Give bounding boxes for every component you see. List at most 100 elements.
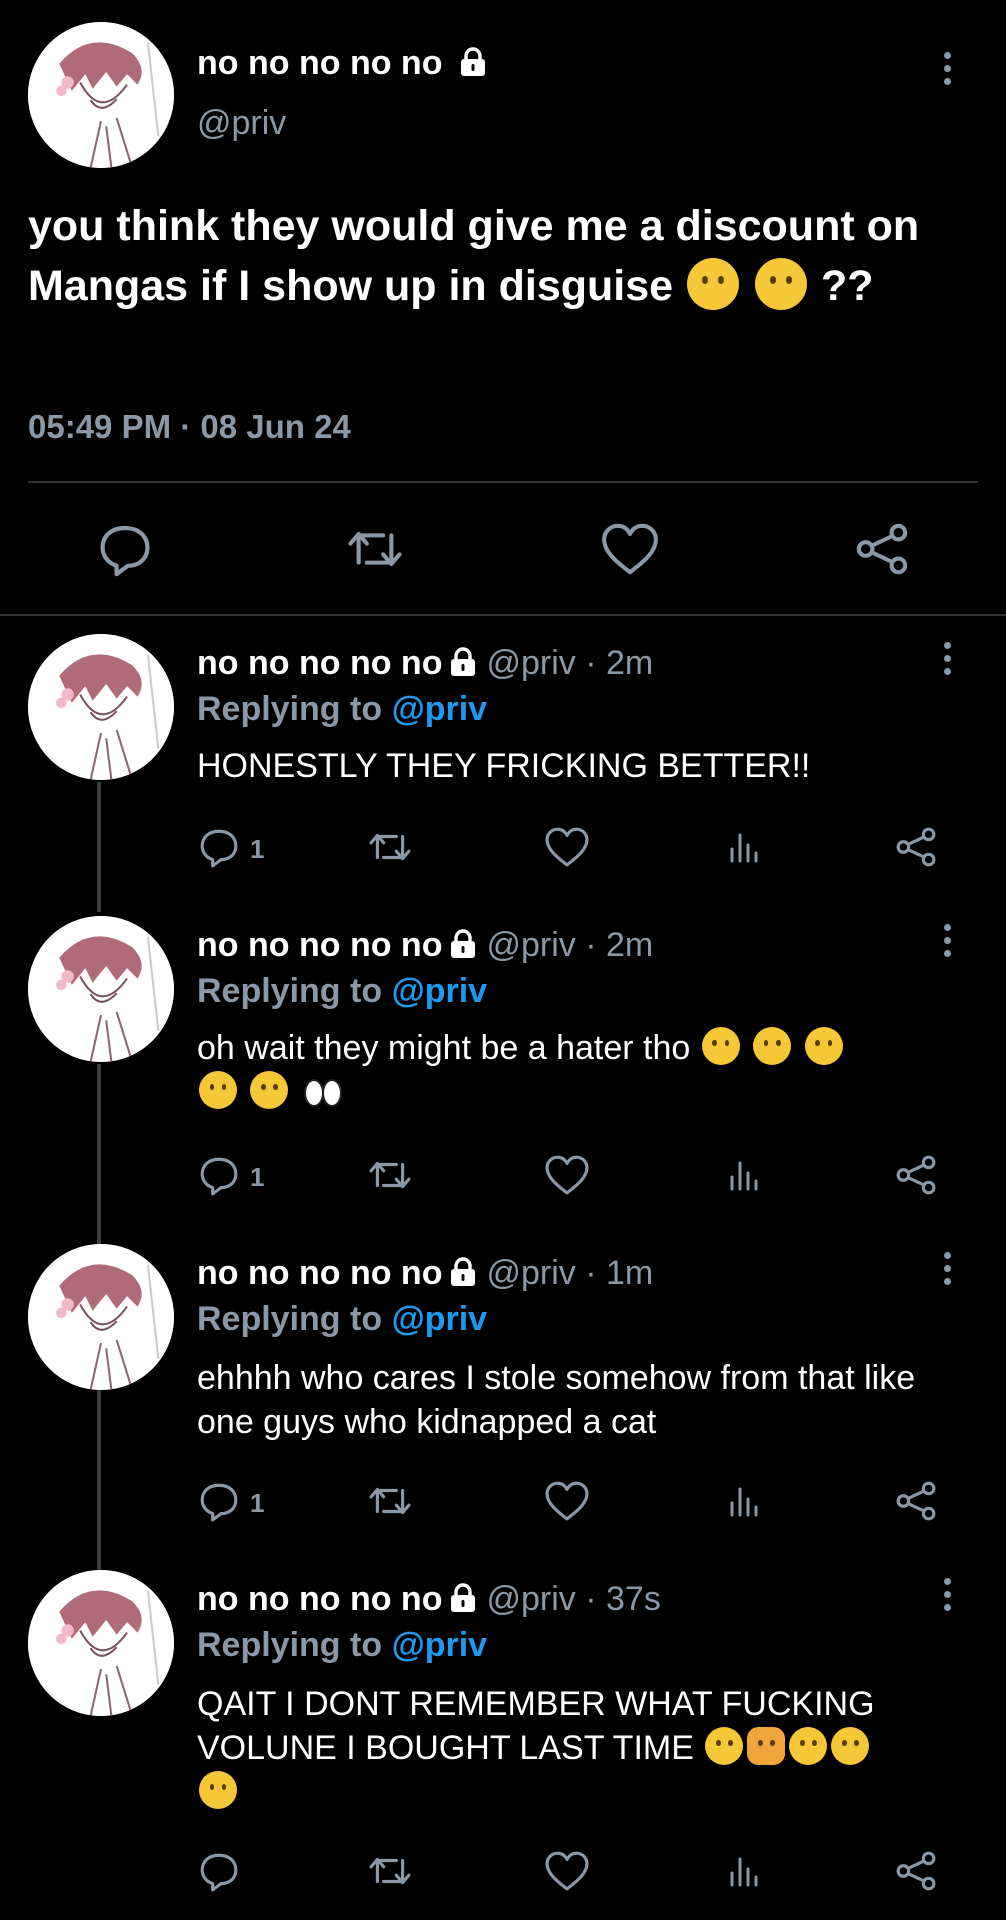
handle-time: @priv · 37s xyxy=(486,1580,661,1618)
views-icon[interactable] xyxy=(724,826,764,868)
replying-prefix: Replying to xyxy=(197,1626,383,1664)
reply-header: no no no no no @priv · 1m xyxy=(197,1254,653,1293)
author-name[interactable]: no no no no no xyxy=(197,926,442,964)
more-icon[interactable] xyxy=(942,1252,952,1291)
reply-icon[interactable] xyxy=(97,521,153,577)
thread-line xyxy=(97,1064,101,1244)
neutral-emoji-icon xyxy=(804,1027,843,1065)
eyes-emoji-icon xyxy=(302,1071,344,1109)
handle-time: @priv · 2m xyxy=(486,926,654,964)
avatar-image xyxy=(28,1570,174,1716)
more-icon[interactable] xyxy=(942,52,952,91)
thread-line xyxy=(97,1390,101,1570)
author-name[interactable]: no no no no no xyxy=(197,644,442,682)
unamused-emoji-icon xyxy=(199,1071,237,1109)
avatar-image xyxy=(28,1244,174,1390)
reply-count: 1 xyxy=(250,1488,265,1518)
reply-icon[interactable] xyxy=(197,826,241,868)
reply-icon[interactable] xyxy=(197,1154,241,1196)
replying-prefix: Replying to xyxy=(197,690,383,728)
main-author-name[interactable]: no no no no no xyxy=(197,44,488,83)
avatar-image xyxy=(28,916,174,1062)
like-icon[interactable] xyxy=(543,1480,591,1522)
retweet-icon[interactable] xyxy=(366,1154,414,1196)
main-tweet-text: you think they would give me a discount … xyxy=(28,196,978,316)
reply-avatar[interactable] xyxy=(28,916,174,1062)
mention-link[interactable]: @priv xyxy=(392,690,488,728)
replying-to: Replying to @priv xyxy=(197,1626,487,1665)
avatar-image xyxy=(28,634,174,780)
reply-icon[interactable] xyxy=(197,1480,241,1522)
reply-avatar[interactable] xyxy=(28,1244,174,1390)
reply-text: QAIT I DONT REMEMBER WHAT FUCKING VOLUNE… xyxy=(197,1682,977,1814)
avatar-image xyxy=(28,22,174,168)
mention-link[interactable]: @priv xyxy=(392,1300,488,1338)
reply-text: ehhhh who cares I stole somehow from tha… xyxy=(197,1359,916,1441)
replying-to: Replying to @priv xyxy=(197,972,487,1011)
reply-count: 1 xyxy=(250,1162,265,1192)
main-author-handle[interactable]: @priv xyxy=(197,104,286,143)
reply-header: no no no no no @priv · 2m xyxy=(197,926,653,965)
reply-avatar[interactable] xyxy=(28,1570,174,1716)
replying-to: Replying to @priv xyxy=(197,690,487,729)
like-icon[interactable] xyxy=(543,1850,591,1892)
reply-text-body: oh wait they might be a hater tho xyxy=(197,1029,691,1067)
reply-avatar[interactable] xyxy=(28,634,174,780)
tweet-timestamp[interactable]: 05:49 PM · 08 Jun 24 xyxy=(28,408,351,446)
mention-link[interactable]: @priv xyxy=(392,1626,488,1664)
handle-time: @priv · 2m xyxy=(486,644,654,682)
crying-emoji-icon xyxy=(831,1727,870,1765)
frowning-emoji-icon xyxy=(705,1727,744,1765)
crying-cat-emoji-icon xyxy=(747,1727,786,1765)
replying-prefix: Replying to xyxy=(197,1300,383,1338)
divider xyxy=(0,614,1006,616)
divider xyxy=(28,481,978,483)
share-icon[interactable] xyxy=(892,1850,940,1892)
like-icon[interactable] xyxy=(600,521,660,577)
mention-link[interactable]: @priv xyxy=(392,972,488,1010)
author-name: no no no no no xyxy=(197,44,443,82)
replying-to: Replying to @priv xyxy=(197,1300,487,1339)
reply-icon[interactable] xyxy=(197,1850,241,1892)
handle-time: @priv · 1m xyxy=(486,1254,654,1292)
retweet-icon[interactable] xyxy=(366,826,414,868)
retweet-icon[interactable] xyxy=(345,521,405,577)
thinking-emoji-icon xyxy=(754,258,807,310)
share-icon[interactable] xyxy=(892,1480,940,1522)
reply-header: no no no no no @priv · 37s xyxy=(197,1580,661,1619)
confused-emoji-icon xyxy=(753,1027,792,1065)
lock-icon xyxy=(458,47,488,77)
lock-icon xyxy=(448,1583,478,1613)
reply-count: 1 xyxy=(250,834,265,864)
tweet-text-tail: ?? xyxy=(820,262,874,310)
reply-text: oh wait they might be a hater tho xyxy=(197,1026,977,1114)
replying-prefix: Replying to xyxy=(197,972,383,1010)
more-icon[interactable] xyxy=(942,642,952,681)
more-icon[interactable] xyxy=(942,1578,952,1617)
retweet-icon[interactable] xyxy=(366,1850,414,1892)
views-icon[interactable] xyxy=(724,1154,764,1196)
lock-icon xyxy=(448,929,478,959)
main-avatar[interactable] xyxy=(28,22,174,168)
views-icon[interactable] xyxy=(724,1480,764,1522)
like-icon[interactable] xyxy=(543,826,591,868)
sneezing-emoji-icon xyxy=(250,1071,289,1109)
share-icon[interactable] xyxy=(852,521,912,577)
reply-header: no no no no no @priv · 2m xyxy=(197,644,653,683)
like-icon[interactable] xyxy=(543,1154,591,1196)
retweet-icon[interactable] xyxy=(366,1480,414,1522)
disguise-emoji-icon xyxy=(687,258,740,310)
more-icon[interactable] xyxy=(942,924,952,963)
lock-icon xyxy=(448,647,478,677)
author-name[interactable]: no no no no no xyxy=(197,1580,442,1618)
frowning-emoji-icon xyxy=(789,1727,828,1765)
views-icon[interactable] xyxy=(724,1850,764,1892)
thread-line xyxy=(97,782,101,912)
frowning-emoji-icon xyxy=(199,1771,237,1809)
share-icon[interactable] xyxy=(892,1154,940,1196)
author-name[interactable]: no no no no no xyxy=(197,1254,442,1292)
reply-text: HONESTLY THEY FRICKING BETTER!! xyxy=(197,747,811,785)
share-icon[interactable] xyxy=(892,826,940,868)
thinking-emoji-icon xyxy=(701,1027,740,1065)
lock-icon xyxy=(448,1257,478,1287)
